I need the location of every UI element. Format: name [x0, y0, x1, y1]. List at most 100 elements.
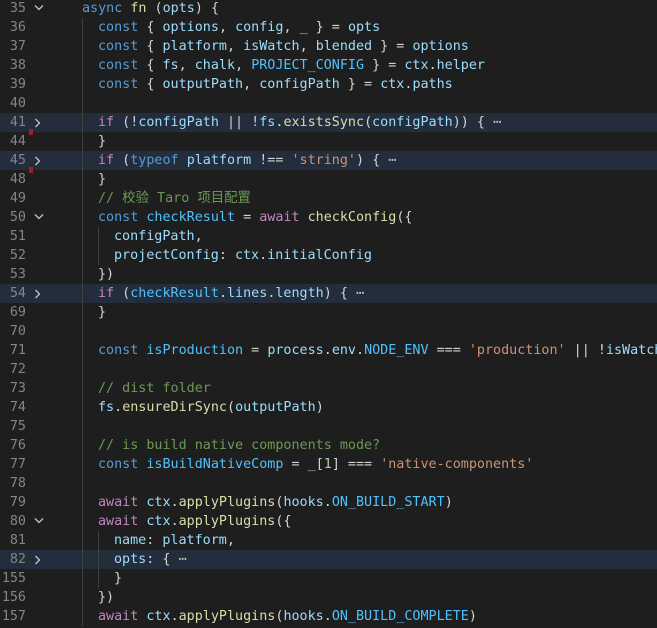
- code-line[interactable]: 156}): [0, 588, 657, 607]
- line-number: 74: [9, 400, 26, 415]
- folded-ellipsis[interactable]: ⋯: [356, 286, 364, 301]
- code-line[interactable]: 35 async fn (opts) {: [0, 0, 657, 18]
- fold-chevron-down-icon[interactable]: [32, 512, 46, 531]
- code-token: {: [138, 20, 163, 35]
- fold-chevron-right-icon[interactable]: [32, 113, 46, 132]
- code-token: (: [114, 153, 131, 168]
- code-line[interactable]: 69}: [0, 303, 657, 322]
- code-line[interactable]: 53}): [0, 265, 657, 284]
- indent-guide: [82, 531, 83, 550]
- code-line[interactable]: 54 if (checkResult.lines.length) { ⋯: [0, 284, 657, 303]
- line-number: 52: [9, 248, 26, 263]
- fold-chevron-down-icon[interactable]: [32, 208, 46, 227]
- code-token: .: [259, 248, 268, 263]
- code-text: await ctx.applyPlugins(hooks.ON_BUILD_ST…: [98, 493, 453, 512]
- code-line[interactable]: 75: [0, 417, 657, 436]
- code-token: ,: [194, 229, 203, 244]
- line-number: 157: [1, 609, 26, 624]
- code-line[interactable]: 155}: [0, 569, 657, 588]
- line-number: 155: [1, 571, 26, 586]
- code-line[interactable]: 77 const isBuildNativeComp = _[1] === 'na…: [0, 455, 657, 474]
- code-line[interactable]: 51 configPath,: [0, 227, 657, 246]
- line-number: 76: [9, 438, 26, 453]
- change-marker: [29, 167, 33, 173]
- code-line[interactable]: 78: [0, 474, 657, 493]
- folded-ellipsis[interactable]: ⋯: [179, 552, 187, 567]
- code-text: // 校验 Taro 项目配置: [98, 189, 251, 208]
- code-text: async fn (opts) {: [82, 0, 219, 18]
- code-line[interactable]: 71 const isProduction = process.env.NODE_…: [0, 341, 657, 360]
- code-line[interactable]: 79 await ctx.applyPlugins(hooks.ON_BUILD_…: [0, 493, 657, 512]
- code-token: .: [323, 343, 332, 358]
- code-line[interactable]: 80 await ctx.applyPlugins({: [0, 512, 657, 531]
- code-token: ) {: [194, 1, 220, 16]
- code-line[interactable]: 38 const { fs, chalk, PROJECT_CONFIG } = …: [0, 56, 657, 75]
- code-text: const checkResult = await checkConfig({: [98, 208, 412, 227]
- fold-chevron-right-icon[interactable]: [32, 151, 46, 170]
- code-token: lines: [227, 286, 268, 301]
- indent-guide: [82, 56, 83, 75]
- code-token: await: [259, 210, 300, 225]
- indent-guide: [82, 360, 83, 379]
- code-token: ===: [428, 343, 469, 358]
- code-line[interactable]: 41 if (!configPath || !fs.existsSync(conf…: [0, 113, 657, 132]
- line-number: 81: [9, 533, 26, 548]
- code-token: _: [307, 457, 316, 472]
- code-token: await: [98, 609, 139, 624]
- code-token: config: [235, 20, 284, 35]
- code-line[interactable]: 45 if (typeof platform !== 'string') { ⋯: [0, 151, 657, 170]
- code-token: )) {: [452, 115, 494, 130]
- code-token: (!: [114, 115, 139, 130]
- code-token: ,: [235, 58, 252, 73]
- code-line[interactable]: 73 // dist folder: [0, 379, 657, 398]
- line-number: 78: [9, 476, 26, 491]
- indent-guide: [82, 322, 83, 341]
- code-token: || !: [218, 115, 260, 130]
- code-text: configPath,: [114, 227, 203, 246]
- code-line[interactable]: 82 opts: { ⋯: [0, 550, 657, 569]
- code-token: checkResult: [146, 210, 236, 225]
- fold-chevron-down-icon[interactable]: [32, 0, 46, 18]
- code-token: opts: [114, 552, 147, 567]
- code-line[interactable]: 49 // 校验 Taro 项目配置: [0, 189, 657, 208]
- code-line[interactable]: 81 name: platform,: [0, 531, 657, 550]
- code-token: ): [315, 400, 324, 415]
- code-line[interactable]: 76 // is build native components mode?: [0, 436, 657, 455]
- code-line[interactable]: 48}: [0, 167, 657, 189]
- indent-guide: [98, 569, 99, 588]
- code-line[interactable]: 70: [0, 322, 657, 341]
- code-line[interactable]: 50 const checkResult = await checkConfig(…: [0, 208, 657, 227]
- code-token: if: [98, 286, 115, 301]
- code-line[interactable]: 52 projectConfig: ctx.initialConfig: [0, 246, 657, 265]
- code-line[interactable]: 40: [0, 94, 657, 113]
- code-line[interactable]: 37 const { platform, isWatch, blended } =…: [0, 37, 657, 56]
- code-token: .: [114, 400, 123, 415]
- code-token: paths: [412, 77, 453, 92]
- folded-ellipsis[interactable]: ⋯: [493, 115, 501, 130]
- code-line[interactable]: 36 const { options, config, _ } = opts: [0, 18, 657, 37]
- code-line[interactable]: 39 const { outputPath, configPath } = ctx…: [0, 75, 657, 94]
- indent-guide: [82, 208, 83, 227]
- line-number: 53: [9, 267, 26, 282]
- code-token: const: [98, 343, 139, 358]
- code-token: (: [146, 1, 163, 16]
- fold-chevron-right-icon[interactable]: [32, 550, 46, 569]
- code-token: ctx: [146, 495, 171, 510]
- fold-chevron-right-icon[interactable]: [32, 284, 46, 303]
- code-line[interactable]: 72: [0, 360, 657, 379]
- code-token: applyPlugins: [178, 495, 276, 510]
- code-token: const: [98, 77, 139, 92]
- code-token: chalk: [194, 58, 236, 73]
- code-token: await: [98, 514, 139, 529]
- indent-guide: [82, 303, 83, 322]
- code-editor[interactable]: 35 async fn (opts) {36 const { options, co…: [0, 0, 657, 628]
- indent-guide: [82, 474, 83, 493]
- code-line[interactable]: 157 await ctx.applyPlugins(hooks.ON_BUILD…: [0, 607, 657, 626]
- folded-ellipsis[interactable]: ⋯: [388, 153, 396, 168]
- code-line[interactable]: 74 fs.ensureDirSync(outputPath): [0, 398, 657, 417]
- code-token: // dist folder: [98, 381, 211, 396]
- code-line[interactable]: 44}: [0, 129, 657, 151]
- code-token: [: [315, 457, 324, 472]
